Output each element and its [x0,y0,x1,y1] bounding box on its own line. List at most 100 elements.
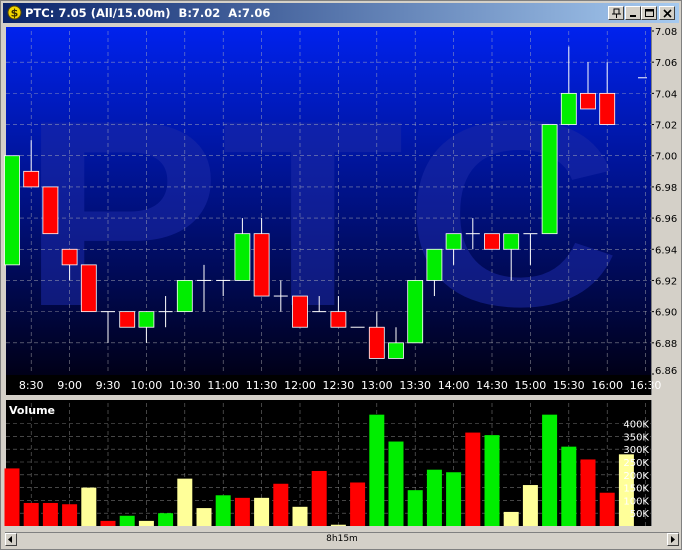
volume-tick-label: 150K [623,484,649,495]
volume-bar [503,511,519,526]
price-axis: 7.08 7.06 7.04 7.02 7.00 6.98 6.96 6.94 6.92 6.90… [651,27,677,377]
volume-bar [81,487,97,526]
candle-down [253,233,270,297]
volume-bar [522,485,538,526]
candle-up [541,124,558,235]
candle-down [580,92,596,110]
time-tick-label: 8:30 [19,379,44,392]
volume-bar [254,497,270,526]
price-tick-label: 7.06 [655,58,677,69]
candle-up [407,280,424,344]
volume-bar [388,441,404,526]
price-tick-label: 6.88 [655,339,677,350]
volume-bar [580,459,596,526]
volume-bar [311,470,327,526]
candle-up [426,248,443,281]
candle-up [176,280,193,313]
time-tick-label: 12:30 [323,379,355,392]
scroll-right-button[interactable] [667,533,679,546]
volume-bar [330,524,346,526]
time-tick-label: 14:30 [476,379,508,392]
dollar-app-icon: $ [7,5,22,20]
volume-bar [119,515,135,526]
candle-up [560,92,577,125]
candle-up [138,311,155,328]
volume-bar [273,483,289,526]
volume-tick-label: 350K [623,432,649,443]
price-tick-label: 6.94 [655,245,677,256]
candle-down [484,233,500,250]
candle-down [23,170,40,188]
candle-down [330,311,347,328]
volume-bar [350,482,366,526]
volume-tick-label: 300K [623,445,649,456]
window-title: PTC: 7.05 (All/15.00m) B:7.02 A:7.06 [25,6,271,20]
price-tick-label: 6.98 [655,183,677,194]
maximize-button[interactable] [641,6,657,20]
time-tick-labels: 8:30 9:00 9:30 10:00 10:30 11:00 11:30 12:00 12:… [19,379,662,392]
volume-tick-label: 250K [623,458,649,469]
maximize-icon [645,9,654,17]
volume-bar [234,497,250,526]
time-tick-label: 11:30 [246,379,278,392]
svg-text:$: $ [11,7,19,20]
volume-title: Volume [9,404,55,417]
scroll-range-label: 8h15m [326,534,358,544]
time-tick-label: 15:30 [553,379,585,392]
time-tick-label: 10:30 [169,379,201,392]
panel-separator[interactable] [6,395,679,400]
volume-bar [177,478,193,526]
volume-bar [407,490,423,526]
candle-down [119,311,136,328]
time-tick-label: 13:30 [399,379,431,392]
candle-down [61,248,78,266]
close-icon [663,9,672,18]
price-tick-label: 7.00 [655,152,677,163]
candle-down [292,295,308,328]
price-tick-label: 7.02 [655,121,677,132]
volume-bar [138,520,154,526]
candle-down [599,92,616,125]
time-tick-label: 16:00 [591,379,623,392]
title-bar[interactable]: $ PTC: 7.05 (All/15.00m) B:7.02 A:7.06 [3,3,679,23]
volume-bar [446,472,462,526]
price-tick-label: 6.92 [655,276,677,287]
volume-bar [484,435,500,526]
minimize-icon [630,15,636,17]
time-tick-label: 10:00 [131,379,163,392]
chart-window: $ PTC: 7.05 (All/15.00m) B:7.02 A:7.06 P… [0,0,682,550]
horizontal-scrollbar[interactable]: 8h15m [5,532,679,546]
volume-bar [4,468,20,526]
time-tick-label: 13:00 [361,379,393,392]
volume-bar [599,492,615,526]
candle-up [4,155,20,266]
volume-axis: 400K350K 300K 250K 200K 150K100K 50K [623,420,649,521]
candle-up [234,233,251,281]
time-tick-label: 9:00 [57,379,82,392]
price-tick-label: 7.08 [655,27,677,38]
price-tick-label: 6.86 [655,366,677,377]
volume-bar [196,508,212,526]
close-button[interactable] [659,6,675,20]
pin-button[interactable] [608,6,624,20]
volume-bar [100,520,116,526]
candle-down [42,186,59,235]
chart-area[interactable]: PTC 7.08 7.06 7.04 7.02 7.00 6.98 6.96 6.94 6.92… [1,23,682,531]
volume-bar [561,446,577,526]
time-tick-label: 11:00 [207,379,239,392]
volume-tick-label: 100K [623,496,649,507]
volume-bar [465,432,481,526]
time-tick-label: 9:30 [96,379,121,392]
time-tick-label: 14:00 [438,379,470,392]
candle-down [368,326,385,359]
volume-bar [369,414,385,526]
time-tick-label: 16:30 [630,379,662,392]
pin-icon [612,8,621,18]
volume-bar [542,414,558,526]
price-tick-label: 6.90 [655,308,677,319]
volume-bar [42,502,58,526]
candle-down [80,264,97,313]
volume-bar [23,502,39,526]
minimize-button[interactable] [625,6,641,20]
candle-up [503,233,520,250]
